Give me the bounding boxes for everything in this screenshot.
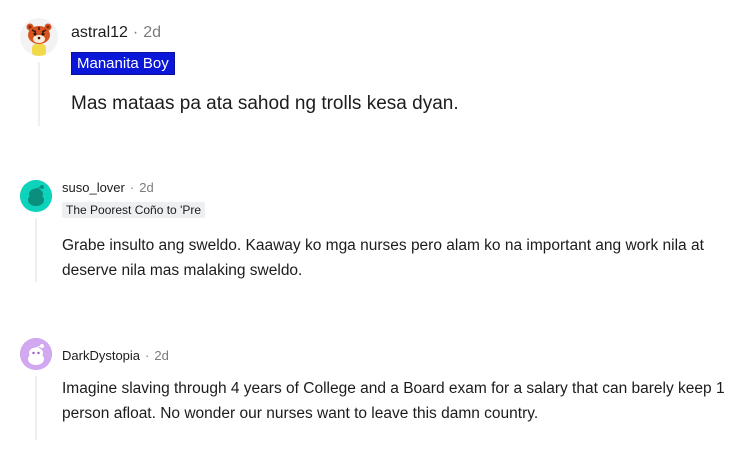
comment-meta: suso_lover · 2d	[62, 180, 154, 195]
timestamp[interactable]: 2d	[139, 180, 153, 195]
meta-separator: ·	[129, 180, 135, 195]
comment-body: Mas mataas pa ata sahod ng trolls kesa d…	[71, 93, 459, 114]
comment: DarkDystopia · 2d Imagine slaving throug…	[0, 320, 750, 450]
comment-thread: astral12 · 2d Mananita Boy Mas mataas pa…	[0, 0, 750, 450]
comment: astral12 · 2d Mananita Boy Mas mataas pa…	[0, 0, 750, 140]
timestamp[interactable]: 2d	[143, 24, 161, 42]
meta-separator: ·	[145, 348, 150, 363]
user-flair: Mananita Boy	[71, 52, 175, 75]
snoo-avatar-icon	[20, 180, 52, 212]
comment-meta: astral12 · 2d	[71, 24, 161, 42]
meta-separator: ·	[132, 24, 139, 41]
user-flair: The Poorest Coño to 'Pre	[62, 202, 206, 218]
thread-line[interactable]	[35, 218, 37, 282]
comment-body: Grabe insulto ang sweldo. Kaaway ko mga …	[62, 237, 704, 279]
comment-body: Imagine slaving through 4 years of Colle…	[62, 380, 725, 422]
tiger-avatar-icon	[20, 18, 58, 56]
snoo-avatar-icon	[20, 338, 52, 370]
username-link[interactable]: suso_lover	[62, 180, 125, 195]
username-link[interactable]: DarkDystopia	[62, 348, 140, 363]
thread-line[interactable]	[35, 376, 37, 440]
thread-line[interactable]	[38, 62, 40, 126]
comment: suso_lover · 2d The Poorest Coño to 'Pre…	[0, 160, 750, 300]
avatar[interactable]	[20, 338, 52, 370]
avatar[interactable]	[20, 180, 52, 212]
comment-meta: DarkDystopia · 2d	[62, 348, 169, 363]
username-link[interactable]: astral12	[71, 24, 128, 42]
timestamp[interactable]: 2d	[154, 348, 168, 363]
avatar[interactable]	[20, 18, 58, 56]
